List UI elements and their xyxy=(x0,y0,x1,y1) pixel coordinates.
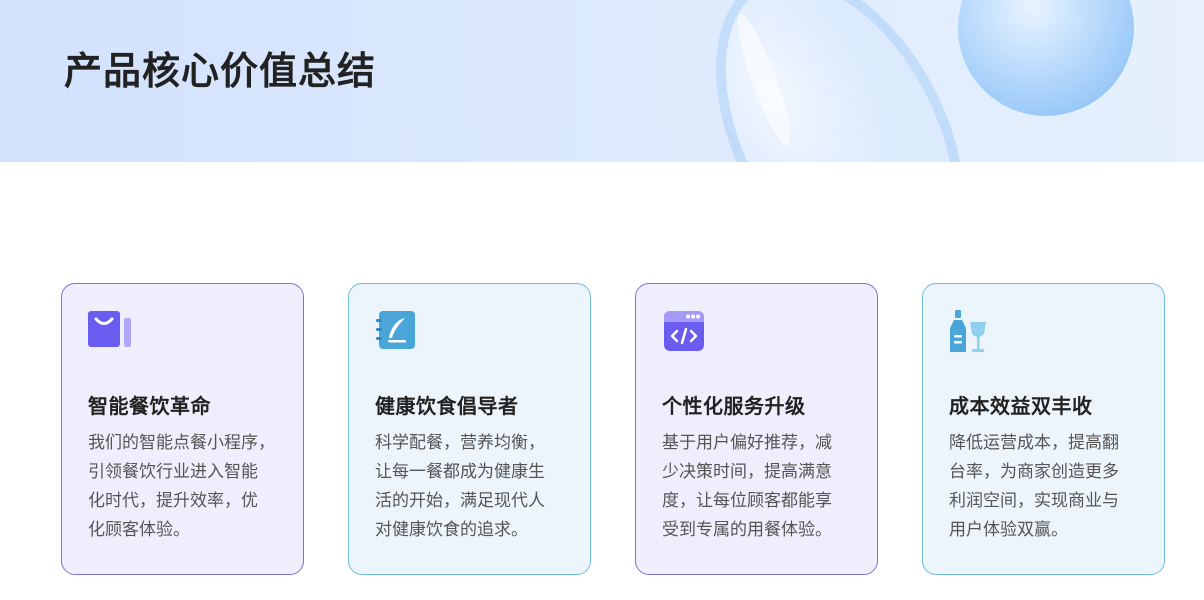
card-title: 健康饮食倡导者 xyxy=(375,394,519,418)
value-card-smart-dining: 智能餐饮革命 我们的智能点餐小程序， 引领餐饮行业进入智能 化时代，提升效率，优… xyxy=(61,283,304,575)
code-window-icon xyxy=(664,311,704,351)
card-title: 成本效益双丰收 xyxy=(949,394,1093,418)
shopping-bag-icon xyxy=(88,311,131,347)
value-card-healthy-eating: 健康饮食倡导者 科学配餐，营养均衡， 让每一餐都成为健康生 活的开始，满足现代人… xyxy=(348,283,591,575)
glass-orb-decoration xyxy=(958,0,1134,116)
card-title: 个性化服务升级 xyxy=(662,394,806,418)
notebook-quill-icon xyxy=(376,311,415,349)
card-description: 科学配餐，营养均衡， 让每一餐都成为健康生 活的开始，满足现代人 对健康饮食的追… xyxy=(375,433,545,540)
card-description: 基于用户偏好推荐，减 少决策时间，提高满意 度，让每位顾客都能享 受到专属的用餐… xyxy=(662,433,832,540)
card-title: 智能餐饮革命 xyxy=(88,394,211,418)
header-banner: 产品核心价值总结 xyxy=(0,0,1204,162)
card-description: 我们的智能点餐小程序， 引领餐饮行业进入智能 化时代，提升效率，优 化顾客体验。 xyxy=(88,433,275,540)
page-title: 产品核心价值总结 xyxy=(64,49,377,93)
value-card-cost-benefit: 成本效益双丰收 降低运营成本，提高翻 台率，为商家创造更多 利润空间，实现商业与… xyxy=(922,283,1165,575)
card-description: 降低运营成本，提高翻 台率，为商家创造更多 利润空间，实现商业与 用户体验双赢。 xyxy=(949,433,1119,540)
bottle-glass-icon xyxy=(950,310,986,352)
value-card-personalized-service: 个性化服务升级 基于用户偏好推荐，减 少决策时间，提高满意 度，让每位顾客都能享… xyxy=(635,283,878,575)
